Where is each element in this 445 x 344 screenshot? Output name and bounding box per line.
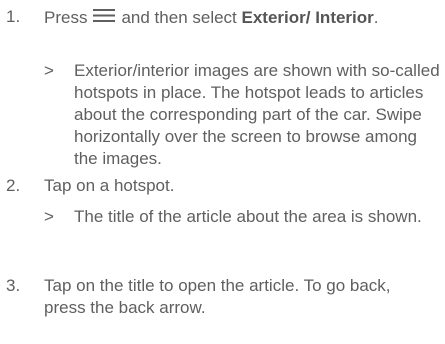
step-text: Tap on the title to open the article. To… (44, 276, 391, 317)
menu-icon (93, 6, 116, 22)
instruction-list: 1. Press and then select Exterior/ Interi… (0, 0, 445, 344)
result-marker: > (44, 61, 54, 80)
step-text-mid: and then select (121, 8, 237, 27)
result-marker: > (44, 207, 54, 226)
step-number: 3. (6, 276, 21, 295)
result-text: The title of the article about the area … (74, 207, 422, 226)
step-text-post: . (373, 8, 379, 27)
step-number: 2. (6, 176, 21, 195)
result-text: Exterior/interior images are shown with … (74, 61, 440, 168)
step-text-bold: Exterior/ Interior (241, 8, 374, 27)
step-text: Tap on a hotspot. (44, 176, 175, 195)
step-text-pre: Press (44, 8, 88, 27)
step-number: 1. (6, 7, 21, 26)
step-text: Press and then select Exterior/ Interior. (44, 6, 434, 29)
